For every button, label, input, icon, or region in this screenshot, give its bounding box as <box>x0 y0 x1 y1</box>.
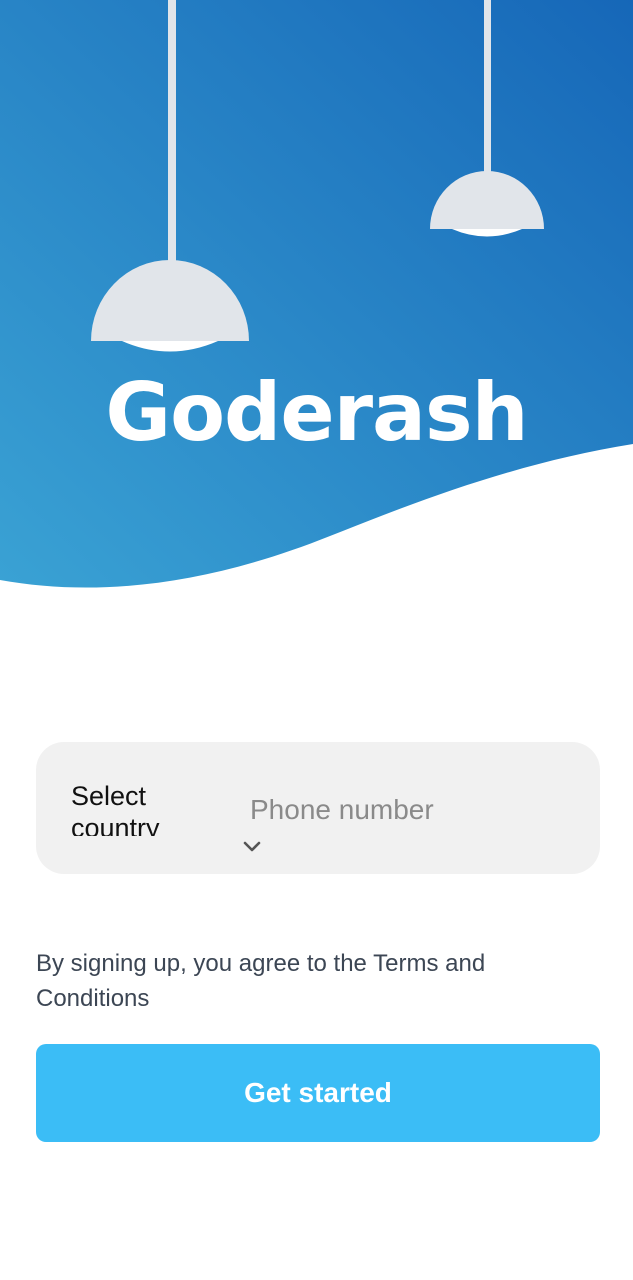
hero-banner: Goderash <box>0 0 633 600</box>
chevron-down-icon <box>243 841 261 852</box>
app-title: Goderash <box>105 366 528 459</box>
phone-number-input[interactable] <box>250 786 570 834</box>
wave-background <box>0 0 633 588</box>
signup-screen: Goderash Select country By signing up, y… <box>0 0 633 1280</box>
country-select-label: Select country <box>71 781 160 836</box>
hero-background <box>0 0 633 588</box>
terms-text: By signing up, you agree to the Terms an… <box>36 950 486 1012</box>
country-select[interactable]: Select country <box>71 780 261 852</box>
phone-input-group: Select country <box>36 742 600 874</box>
get-started-button[interactable]: Get started <box>36 1044 600 1142</box>
